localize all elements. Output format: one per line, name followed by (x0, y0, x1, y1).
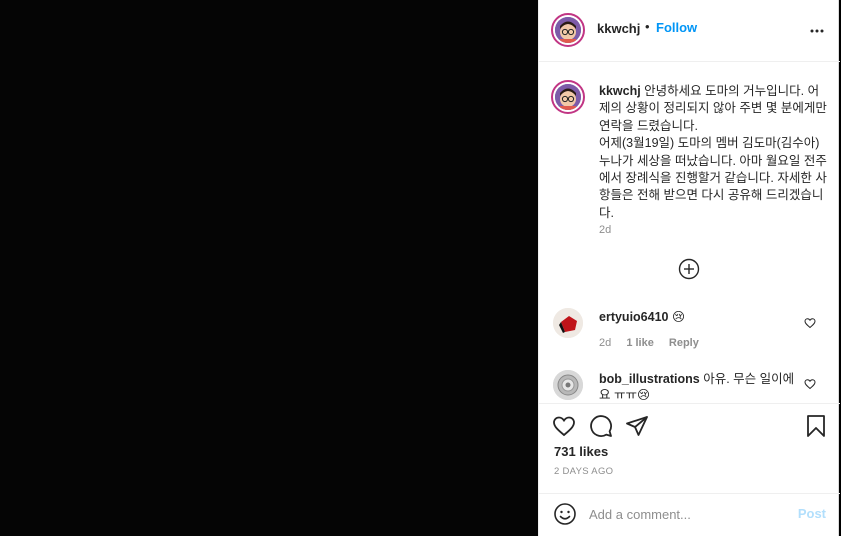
post-side-panel: kkwchj • Follow kkwchj 안녕하세요 도마의 거누입니다. … (538, 0, 840, 536)
add-comment-bar: Post (539, 493, 840, 536)
reply-button[interactable]: Reply (669, 337, 699, 349)
post-comment-button[interactable]: Post (798, 506, 826, 521)
follow-button[interactable]: Follow (656, 20, 697, 35)
author-avatar[interactable] (551, 13, 585, 47)
comment-likes-count[interactable]: 1 like (626, 337, 654, 349)
share-icon[interactable] (625, 414, 649, 438)
caption-timestamp[interactable]: 2d (599, 224, 611, 236)
commenter-avatar[interactable] (553, 370, 583, 400)
more-options-icon[interactable] (810, 24, 824, 38)
separator-dot: • (645, 19, 650, 34)
comment-meta: 2d 1 like Reply (599, 337, 711, 349)
likes-count[interactable]: 731 likes (554, 444, 608, 459)
caption-author-avatar[interactable] (551, 80, 585, 114)
comment-text: ertyuio6410 😢 (599, 309, 799, 325)
commenter-username[interactable]: bob_illustrations (599, 372, 700, 386)
post-media[interactable] (0, 0, 538, 536)
heart-icon[interactable] (552, 414, 576, 438)
commenter-avatar[interactable] (553, 308, 583, 338)
emoji-icon[interactable] (553, 502, 577, 526)
comment-input[interactable] (589, 502, 789, 526)
comment-icon[interactable] (589, 414, 613, 438)
comment-like-heart-icon[interactable] (804, 317, 816, 329)
comment-timestamp[interactable]: 2d (599, 337, 611, 349)
caption-body: 안녕하세요 도마의 거누입니다. 어제의 상황이 정리되지 않아 주변 몇 분에… (599, 84, 827, 220)
caption-username[interactable]: kkwchj (599, 84, 641, 98)
post-timestamp[interactable]: 2 DAYS AGO (554, 466, 613, 477)
comment-body: 😢 (671, 310, 685, 324)
post-header: kkwchj • Follow (539, 0, 840, 62)
post-actions: 731 likes 2 DAYS AGO (539, 403, 840, 493)
caption: kkwchj 안녕하세요 도마의 거누입니다. 어제의 상황이 정리되지 않아 … (599, 83, 827, 222)
bookmark-icon[interactable] (804, 414, 828, 438)
comment-like-heart-icon[interactable] (804, 378, 816, 390)
load-more-comments-icon[interactable] (678, 258, 700, 280)
author-username[interactable]: kkwchj (597, 21, 640, 36)
comment-text: bob_illustrations 아유. 무슨 일이에요 ㅠㅠ😢 (599, 371, 799, 403)
commenter-username[interactable]: ertyuio6410 (599, 310, 668, 324)
comments-section[interactable]: kkwchj 안녕하세요 도마의 거누입니다. 어제의 상황이 정리되지 않아 … (539, 63, 840, 403)
